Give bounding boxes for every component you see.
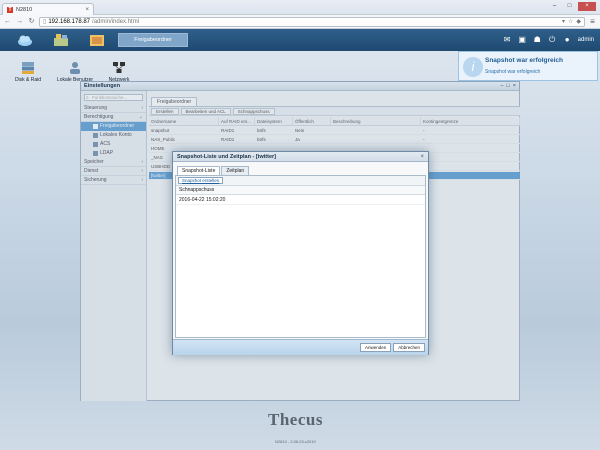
page-icon: ▯: [43, 19, 47, 25]
desktop-icon-local-users[interactable]: Lokale Benutzer: [55, 61, 95, 83]
desktop-icon-label: Disk & Raid: [14, 77, 42, 83]
network-icon[interactable]: ☗: [533, 35, 542, 44]
user-name[interactable]: admin: [578, 37, 594, 43]
topbar-actions: ✉ ▣ ☗ ⏻ ● admin: [503, 35, 594, 44]
apps-icon[interactable]: [52, 32, 70, 48]
snapshot-list-panel: Snapshot erstellen Schnappschuss 2016-04…: [175, 175, 426, 338]
window-close-icon[interactable]: ×: [578, 2, 596, 11]
users-icon: [68, 61, 82, 75]
mail-icon[interactable]: ✉: [503, 35, 512, 44]
window-controls: – □ ×: [548, 2, 596, 11]
url-host: 192.168.178.87: [48, 18, 91, 25]
tab-snapshot-liste[interactable]: Snapshot-Liste: [177, 166, 221, 175]
nas-admin-app: Freigabeordner ✉ ▣ ☗ ⏻ ● admin i Snapsho…: [0, 29, 600, 450]
url-path: /admin/index.html: [92, 18, 140, 25]
chat-icon[interactable]: ▣: [518, 35, 527, 44]
minimize-icon[interactable]: –: [548, 2, 561, 11]
tab-freigabeordner[interactable]: Freigabeordner: [118, 33, 188, 47]
network-computers-icon: [112, 61, 126, 75]
file-manager-icon[interactable]: [88, 32, 106, 48]
bookmark-star-icon[interactable]: ☆: [568, 18, 573, 25]
back-arrow-icon[interactable]: ←: [3, 17, 12, 26]
url-input[interactable]: ▯ 192.168.178.87/admin/index.html ▾ ☆ ◆: [39, 16, 585, 27]
snapshot-list-header[interactable]: Schnappschuss: [176, 186, 425, 195]
user-icon[interactable]: ●: [563, 35, 572, 44]
tab-close-icon[interactable]: ×: [85, 7, 89, 13]
cloud-icon[interactable]: [16, 32, 34, 48]
disk-raid-icon: [21, 61, 35, 75]
create-snapshot-button[interactable]: Snapshot erstellen: [178, 177, 224, 184]
power-icon[interactable]: ⏻: [548, 35, 557, 44]
reload-icon[interactable]: ↻: [27, 17, 36, 26]
dialog-title: Snapshot-Liste und Zeitplan - [twitter]: [177, 154, 276, 160]
page-action-icon[interactable]: ▾: [562, 18, 565, 25]
desktop-icon-disk-raid[interactable]: Disk & Raid: [8, 61, 48, 83]
extension-icon[interactable]: ◆: [576, 18, 581, 25]
settings-title-text: Einstellungen: [84, 83, 121, 89]
browser-titlebar: T N2810 × – □ ×: [0, 0, 600, 15]
browser-tab-title: N2810: [16, 6, 33, 13]
browser-tab[interactable]: T N2810 ×: [2, 3, 94, 15]
dialog-close-icon[interactable]: ×: [420, 152, 424, 162]
dialog-tabs: Snapshot-Liste Zeitplan: [177, 166, 250, 175]
notification-toast[interactable]: i Snapshot war erfolgreich Snapshot war …: [458, 51, 598, 81]
notification-message: Snapshot war erfolgreich: [485, 69, 541, 75]
notification-title: Snapshot war erfolgreich: [485, 57, 564, 64]
dialog-footer: Anwenden Abbrechen: [173, 339, 428, 355]
thecus-favicon-icon: T: [7, 6, 13, 13]
desktop-icon-network[interactable]: Netzwerk: [99, 61, 139, 83]
thecus-logo: Thecus: [268, 410, 323, 429]
cancel-button[interactable]: Abbrechen: [393, 343, 425, 352]
snapshot-dialog: Snapshot-Liste und Zeitplan - [twitter] …: [172, 151, 429, 355]
list-item[interactable]: 2016-04-22 15:02:20: [176, 195, 425, 205]
tab-zeitplan[interactable]: Zeitplan: [221, 166, 250, 175]
dialog-title-bar: Snapshot-Liste und Zeitplan - [twitter] …: [173, 152, 428, 162]
maximize-icon[interactable]: □: [563, 2, 576, 11]
address-bar: ← → ↻ ▯ 192.168.178.87/admin/index.html …: [0, 15, 600, 29]
firmware-version: N2810 - 2.06.03.c2010: [275, 439, 316, 444]
apply-button[interactable]: Anwenden: [359, 343, 392, 352]
snapshot-toolbar: Snapshot erstellen: [176, 176, 425, 186]
app-topbar: Freigabeordner ✉ ▣ ☗ ⏻ ● admin: [0, 29, 600, 51]
browser-menu-icon[interactable]: ≡: [588, 17, 597, 26]
forward-arrow-icon[interactable]: →: [15, 17, 24, 26]
info-icon: i: [463, 57, 483, 77]
